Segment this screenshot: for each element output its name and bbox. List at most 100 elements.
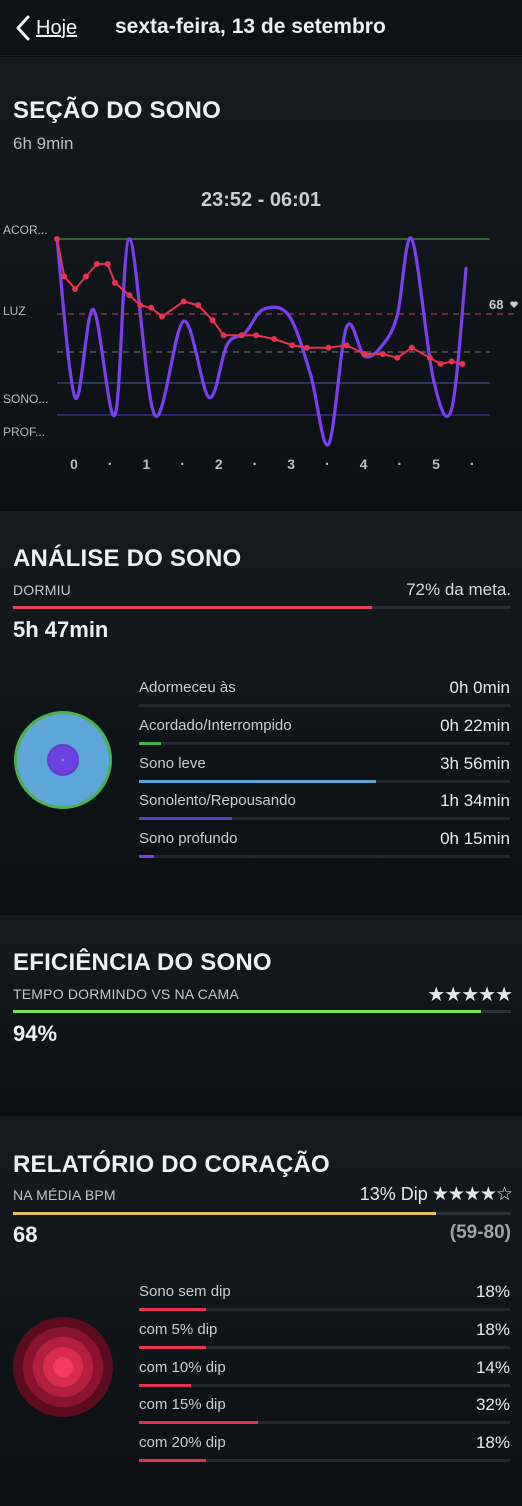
- sleep-efficiency-section: EFICIÊNCIA DO SONO TEMPO DORMINDO VS NA …: [0, 915, 522, 1113]
- heart-rate-point: [82, 273, 89, 280]
- dip-row-value: 18%: [475, 1282, 510, 1301]
- dip-row-value: 14%: [475, 1357, 510, 1377]
- heart-rate-point: [195, 302, 202, 309]
- nav-bar: Hoje sexta-feira, 13 de setembro: [0, 0, 522, 56]
- time-range: 23:52 - 06:01: [200, 189, 322, 211]
- heart-range: (59-80): [449, 1222, 511, 1243]
- y-label-light: LUZ: [3, 304, 26, 318]
- heart-rate-point: [289, 342, 296, 349]
- goal-progress-bar: [13, 606, 511, 609]
- stage-row-bar-fill: [139, 817, 232, 821]
- sleep-chart: ACOR... LUZ SONO... PROF... 0 · 1 · 2 · 3 · 4 · 5 ·…: [3, 223, 518, 473]
- x-tick-label: ·: [180, 456, 185, 473]
- dip-row-label: com 10% dip: [139, 1358, 226, 1376]
- slept-label: DORMIU: [13, 582, 71, 598]
- dip-row-bar: [139, 1383, 510, 1387]
- heart-rate-point: [72, 286, 79, 292]
- dip-row-value: 18%: [475, 1319, 510, 1339]
- heart-rate-point: [459, 361, 466, 367]
- heart-avg-value: 68: [13, 1222, 38, 1247]
- y-label-deep: PROF...: [3, 425, 45, 439]
- dip-row-label: com 15% dip: [139, 1396, 226, 1414]
- efficiency-progress-fill: [13, 1010, 482, 1013]
- x-axis-labels: 0 · 1 · 2 · 3 · 4 · 5 ·: [70, 456, 475, 473]
- heart-rate-point: [61, 273, 68, 280]
- section-title: EFICIÊNCIA DO SONO: [13, 949, 272, 976]
- goal-text: 72% da meta.: [406, 580, 511, 599]
- page-title: sexta-feira, 13 de setembro: [115, 15, 386, 38]
- x-tick-label: ·: [253, 456, 258, 473]
- dip-row-label: com 5% dip: [139, 1320, 218, 1338]
- heart-rate-line: [56, 238, 463, 366]
- dip-row-bar-fill: [139, 1383, 191, 1387]
- stage-row-label: Sono profundo: [139, 830, 238, 848]
- dip-text: 13% Dip: [359, 1184, 428, 1204]
- y-label-awake: ACOR...: [3, 223, 48, 237]
- heart-report-section: RELATÓRIO DO CORAÇÃO NA MÉDIA BPM 13% Di…: [0, 1116, 522, 1506]
- dip-row-value: 18%: [475, 1433, 510, 1453]
- stage-row-bar: [139, 704, 510, 707]
- x-tick-label: 0: [70, 456, 78, 472]
- heart-rate-point: [148, 304, 155, 311]
- x-tick-label: ·: [470, 456, 475, 473]
- heart-rate-point: [437, 361, 444, 367]
- hr-end-label: 68: [489, 297, 503, 312]
- y-label-drowsy: SONO...: [3, 392, 48, 406]
- stage-row-bar-fill: [139, 779, 377, 783]
- dip-row-bar-fill: [139, 1308, 206, 1311]
- dip-row-bar: [139, 1308, 510, 1311]
- heart-rate-point: [379, 351, 386, 357]
- stage-row-value: 0h 15min: [440, 829, 510, 849]
- heart-rate-point: [54, 236, 60, 242]
- heart-rate-layer: [54, 236, 466, 367]
- back-label[interactable]: Hoje: [36, 17, 77, 40]
- sleep-analysis-section: ANÁLISE DO SONO DORMIU 72% da meta. 5h 4…: [0, 511, 522, 913]
- stage-row-bar-fill: [139, 741, 162, 745]
- stage-row-label: Acordado/Interrompido: [139, 716, 292, 734]
- x-tick-label: 3: [287, 456, 295, 472]
- sleep-session-section: SEÇÃO DO SONO 6h 9min 23:52 - 06:01 ACOR…: [0, 57, 522, 509]
- stage-row-label: Sono leve: [139, 754, 206, 772]
- efficiency-progress-bar: [13, 1010, 511, 1013]
- section-title: RELATÓRIO DO CORAÇÃO: [13, 1151, 330, 1178]
- heart-dip-rating: 13% Dip ★★★★☆: [359, 1183, 513, 1206]
- dip-row-value: 32%: [475, 1395, 510, 1415]
- stage-row-bar-fill: [139, 855, 154, 859]
- efficiency-label: TEMPO DORMINDO VS NA CAMA: [13, 986, 239, 1002]
- stage-row-bar: [139, 779, 510, 783]
- section-title: SEÇÃO DO SONO: [13, 97, 221, 124]
- heart-rate-point: [343, 342, 350, 349]
- heart-rate-point: [238, 332, 245, 339]
- heart-rate-point: [111, 279, 118, 286]
- heart-stars: ★★★★☆: [431, 1184, 513, 1205]
- dip-row-bar-fill: [139, 1421, 258, 1425]
- dip-row-bar: [139, 1459, 510, 1463]
- heart-progress-fill: [13, 1212, 437, 1215]
- stage-row-label: Sonolento/Repousando: [139, 792, 296, 810]
- stage-row-value: 1h 34min: [440, 791, 510, 811]
- dip-row-label: com 20% dip: [139, 1434, 226, 1452]
- dip-row-label: Sono sem dip: [139, 1283, 231, 1300]
- heart-rate-point: [325, 344, 332, 351]
- stage-row-bar: [139, 817, 510, 821]
- x-tick-label: 5: [432, 456, 440, 472]
- x-tick-label: 2: [215, 456, 223, 472]
- heart-rate-point: [271, 336, 278, 342]
- goal-progress-fill: [13, 606, 372, 609]
- x-tick-label: 1: [143, 456, 151, 472]
- section-title: ANÁLISE DO SONO: [13, 545, 242, 572]
- stage-row-label: Adormeceu às: [139, 679, 236, 696]
- stage-row-value: 0h 0min: [449, 678, 510, 697]
- back-button[interactable]: Hoje: [14, 12, 77, 44]
- heart-rate-point: [137, 302, 144, 309]
- x-tick-label: 4: [360, 456, 368, 472]
- dip-row-bar-fill: [139, 1345, 206, 1349]
- heart-rate-point: [93, 261, 100, 267]
- heart-avg-label: NA MÉDIA BPM: [13, 1187, 116, 1203]
- heart-rate-point: [104, 261, 111, 267]
- dip-row-bar-fill: [139, 1459, 206, 1463]
- stage-row-value: 3h 56min: [440, 753, 510, 773]
- stage-row-bar: [139, 741, 510, 745]
- chevron-left-icon: [16, 15, 30, 41]
- x-tick-label: ·: [397, 456, 402, 473]
